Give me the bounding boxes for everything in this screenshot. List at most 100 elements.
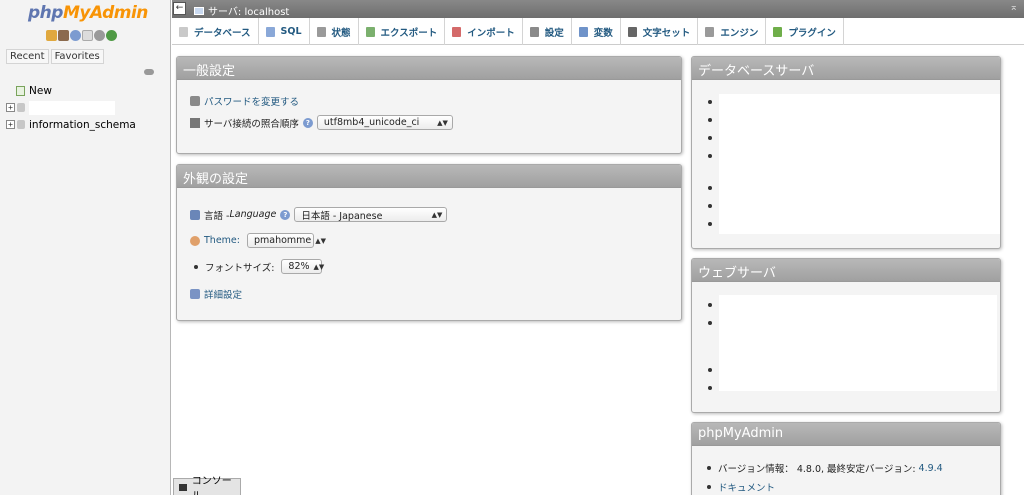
theme-label[interactable]: Theme: — [204, 235, 240, 246]
tab-label: 設定 — [544, 27, 564, 39]
bullet — [707, 485, 711, 489]
tree-item-label: New — [29, 84, 52, 97]
tab-settings[interactable]: 設定 — [523, 18, 572, 45]
tab-label: インポート — [467, 27, 515, 39]
chevron-updown-icon: ▲▼ — [315, 236, 327, 245]
logo-myadmin: MyAdmin — [62, 3, 148, 23]
collation-icon — [190, 117, 200, 128]
bullet — [708, 368, 712, 372]
more-settings-row: 詳細設定 — [190, 287, 242, 301]
appearance-settings-panel: 外観の設定 言語 - Language ? 日本語 - Japanese ▲▼ T… — [176, 164, 682, 321]
tab-recent[interactable]: Recent — [6, 49, 49, 64]
charset-icon — [627, 26, 637, 37]
tab-engines[interactable]: エンジン — [698, 18, 767, 45]
tab-label: データベース — [194, 27, 251, 39]
change-password-link[interactable]: パスワードを変更する — [204, 94, 299, 108]
help-icon[interactable] — [70, 30, 81, 41]
panel-title: phpMyAdmin — [692, 423, 1000, 446]
font-size-select[interactable]: 82% ▲▼ — [281, 259, 325, 274]
phpmyadmin-logo[interactable]: phpMyAdmin — [28, 3, 148, 23]
export-icon — [365, 26, 375, 37]
tree-item-new[interactable]: New — [6, 82, 136, 99]
palette-icon — [190, 235, 200, 246]
bullet — [708, 186, 712, 190]
font-size-value: 82% — [288, 261, 310, 272]
back-arrow-icon[interactable]: ← — [173, 2, 186, 15]
tree-item-information-schema[interactable]: + information_schema — [6, 116, 136, 133]
language-select[interactable]: 日本語 - Japanese ▲▼ — [294, 207, 448, 222]
language-value: 日本語 - Japanese — [301, 210, 383, 222]
bullet — [708, 136, 712, 140]
chevron-updown-icon: ▲▼ — [313, 262, 325, 271]
version-label: バージョン情報： — [718, 464, 794, 475]
console-label: コンソール — [191, 476, 232, 495]
theme-row: Theme: pmahomme ▲▼ — [190, 233, 326, 248]
server-breadcrumb-bar: ← サーバ: localhost ⌅ — [172, 0, 1024, 18]
database-icon — [17, 120, 25, 129]
engine-icon — [705, 26, 715, 37]
collapse-topbar-icon[interactable]: ⌅ — [1010, 2, 1018, 13]
language-label: 言語 - — [204, 210, 230, 222]
tab-label: 状態 — [331, 27, 351, 39]
general-settings-panel: 一般設定 パスワードを変更する サーバ接続の照合順序 ? utf8mb4_uni… — [176, 56, 682, 154]
theme-select[interactable]: pmahomme ▲▼ — [246, 233, 326, 248]
expand-icon[interactable]: + — [6, 103, 15, 112]
collation-select[interactable]: utf8mb4_unicode_ci ▲▼ — [316, 115, 453, 130]
main-content: 一般設定 パスワードを変更する サーバ接続の照合順序 ? utf8mb4_uni… — [172, 45, 1024, 495]
panel-title: ウェブサーバ — [692, 259, 1000, 282]
wrench-icon — [190, 289, 200, 299]
help-icon[interactable]: ? — [280, 209, 291, 220]
tree-item-database[interactable]: + — [6, 99, 136, 116]
tab-plugins[interactable]: プラグイン — [766, 18, 844, 45]
language-label-en: Language — [229, 209, 277, 220]
language-icon — [190, 209, 200, 220]
bullet — [707, 466, 711, 470]
tab-import[interactable]: インポート — [445, 18, 523, 45]
home-icon[interactable] — [46, 30, 57, 41]
font-size-row: フォントサイズ: 82% ▲▼ — [194, 259, 325, 274]
console-icon — [179, 483, 187, 491]
console-tab[interactable]: コンソール — [173, 476, 241, 495]
documentation-link[interactable]: ドキュメント — [718, 480, 775, 494]
tab-databases[interactable]: データベース — [172, 18, 259, 45]
tab-label: 文字セット — [642, 27, 691, 39]
help-icon[interactable]: ? — [302, 117, 313, 128]
server-label: サーバ: localhost — [208, 7, 290, 18]
tab-favorites[interactable]: Favorites — [50, 49, 104, 64]
tab-variables[interactable]: 変数 — [572, 18, 621, 45]
web-server-info — [719, 295, 997, 391]
version-row: バージョン情報： 4.8.0, 最終安定バージョン: 4.9.4 — [707, 461, 943, 475]
docs-icon[interactable] — [82, 30, 93, 41]
settings-icon[interactable] — [94, 30, 105, 41]
tab-label: エンジン — [720, 27, 759, 39]
expand-icon[interactable]: + — [6, 120, 15, 129]
tab-sql[interactable]: SQL — [259, 18, 310, 45]
phpmyadmin-info-panel: phpMyAdmin バージョン情報： 4.8.0, 最終安定バージョン: 4.… — [691, 422, 1001, 495]
nav-icon-bar — [46, 30, 117, 41]
link-icon[interactable] — [144, 69, 154, 75]
panel-title: 外観の設定 — [177, 165, 681, 188]
tab-status[interactable]: 状態 — [310, 18, 359, 45]
reload-icon[interactable] — [106, 30, 117, 41]
version-value: 4.8.0, 最終安定バージョン: — [796, 464, 916, 475]
bullet — [708, 303, 712, 307]
collation-row: サーバ接続の照合順序 ? utf8mb4_unicode_ci ▲▼ — [190, 115, 453, 130]
tree-item-label: information_schema — [29, 118, 136, 131]
tab-charsets[interactable]: 文字セット — [621, 18, 699, 45]
tree-item-label — [29, 100, 115, 115]
variables-icon — [578, 26, 588, 37]
navigation-panel: phpMyAdmin Recent Favorites New + + info… — [0, 0, 171, 495]
nav-tabs: Recent Favorites — [6, 49, 104, 64]
server-icon — [194, 6, 204, 15]
plugin-icon — [773, 26, 783, 37]
sql-icon[interactable] — [58, 30, 69, 41]
tab-label: 変数 — [593, 27, 613, 39]
change-password-row: パスワードを変更する — [190, 94, 299, 108]
latest-version-link[interactable]: 4.9.4 — [919, 463, 943, 474]
database-server-panel: データベースサーバ — [691, 56, 1001, 249]
bullet — [708, 386, 712, 390]
breadcrumb[interactable]: サーバ: localhost — [194, 3, 289, 18]
tab-export[interactable]: エクスポート — [359, 18, 446, 45]
collation-label: サーバ接続の照合順序 — [204, 118, 299, 130]
more-settings-link[interactable]: 詳細設定 — [204, 287, 242, 301]
